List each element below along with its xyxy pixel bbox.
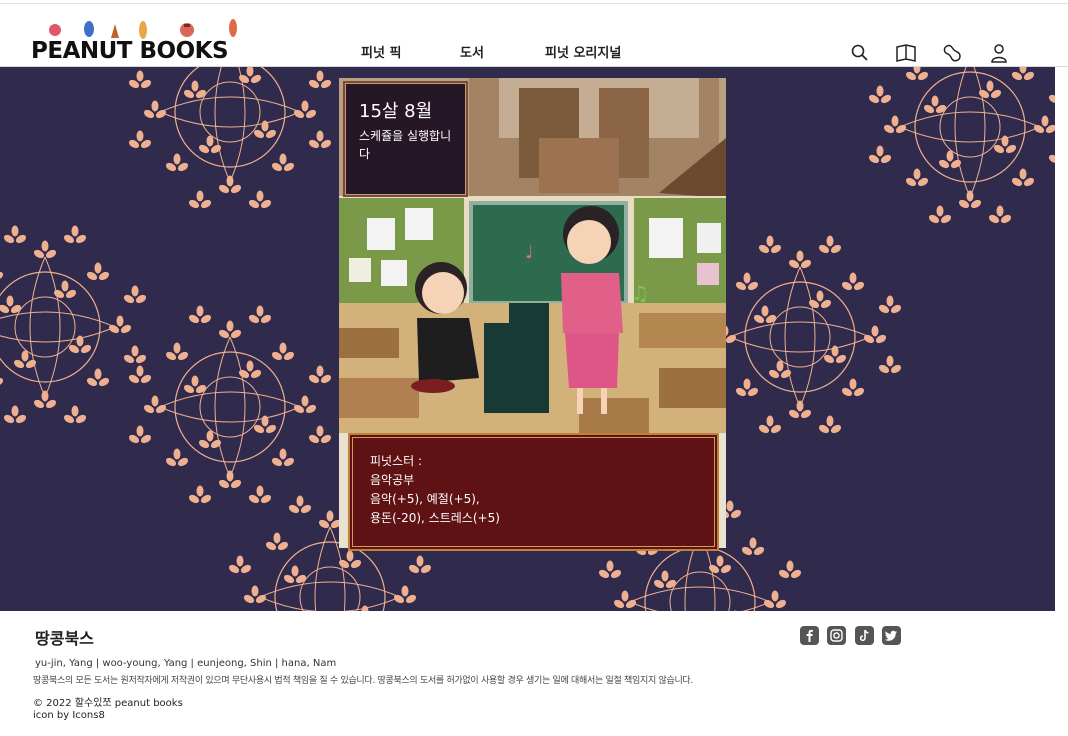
copyright-line: © 2022 할수있쪼 peanut books [33, 698, 183, 709]
nav-peanut-pick[interactable]: 피넛 픽 [361, 42, 401, 61]
search-icon[interactable] [849, 42, 871, 64]
right-gutter [1055, 67, 1068, 611]
instagram-icon[interactable] [827, 626, 846, 645]
date-panel: 15살 8월 스케쥴을 실행합니다 [343, 81, 468, 197]
peanut-icon[interactable] [941, 42, 963, 64]
action-text: 음악공부 [370, 473, 415, 487]
user-icon[interactable] [988, 42, 1010, 64]
logo-text: PEANUT BOOKS [31, 38, 229, 64]
logo-characters-icon [49, 19, 237, 39]
game-date: 15살 8월 [359, 101, 433, 122]
facebook-icon[interactable] [800, 626, 819, 645]
effects-line-1: 음악(+5), 예절(+5), [370, 492, 480, 506]
copyright-notice: 땅콩북스의 모든 도서는 원저작자에게 저작권이 있으며 무단사용시 법적 책임… [33, 676, 693, 686]
twitter-icon[interactable] [882, 626, 901, 645]
team-names: yu-jin, Yang | woo-young, Yang | eunjeon… [35, 658, 337, 669]
svg-text:♫: ♫ [631, 281, 649, 305]
schedule-status-text: 스케쥴을 실행합니다 [359, 129, 452, 161]
site-footer: 땅콩북스 yu-jin, Yang | woo-young, Yang | eu… [0, 611, 1068, 736]
nav-books[interactable]: 도서 [460, 42, 484, 61]
peanut-books-logo[interactable]: PEANUT BOOKS [31, 16, 241, 64]
book-icon[interactable] [895, 42, 917, 64]
dialogue-box: 피넛스터 : 음악공부 음악(+5), 예절(+5), 용돈(-20), 스트레… [348, 433, 719, 551]
site-header: PEANUT BOOKS 피넛 픽 도서 피넛 오리지널 [0, 4, 1068, 67]
footer-title: 땅콩북스 [35, 629, 94, 648]
nav-peanut-original[interactable]: 피넛 오리지널 [545, 42, 621, 61]
effects-line-2: 용돈(-20), 스트레스(+5) [370, 511, 500, 525]
icon-credit[interactable]: icon by Icons8 [33, 710, 105, 721]
speaker-name: 피넛스터 : [370, 454, 423, 468]
tiktok-icon[interactable] [855, 626, 874, 645]
svg-text:♩: ♩ [525, 242, 534, 263]
